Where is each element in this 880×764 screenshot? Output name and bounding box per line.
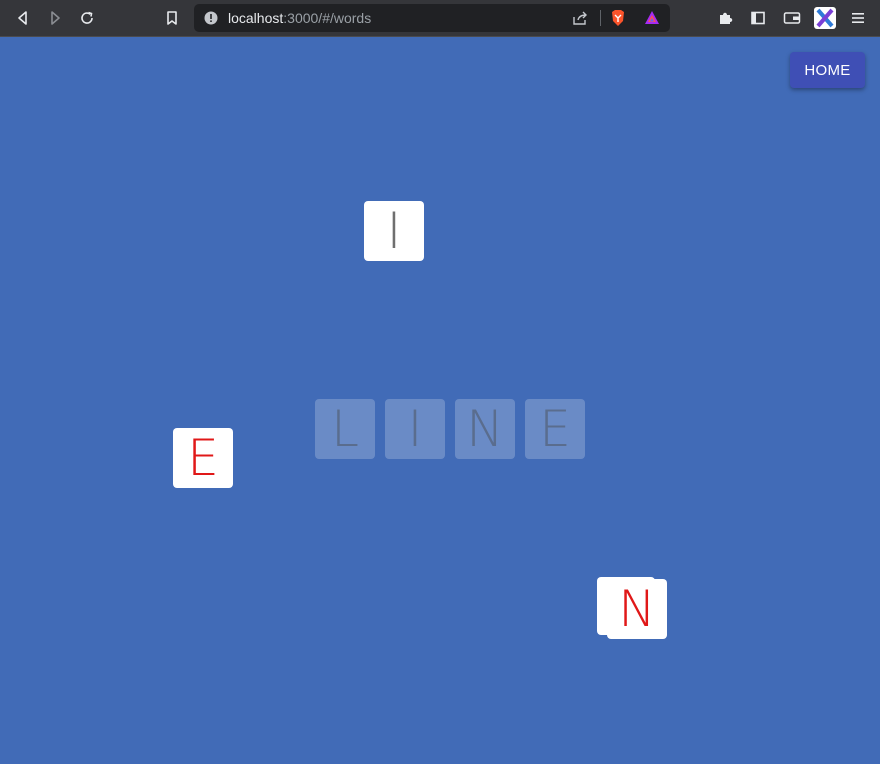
sidebar-icon <box>751 11 765 25</box>
bookmark-icon <box>167 11 177 25</box>
url-path: :3000/#/words <box>283 10 372 26</box>
letter-tile-e[interactable]: E <box>173 428 233 488</box>
browser-toolbar: localhost:3000/#/words <box>0 0 880 37</box>
letter-tile-n[interactable]: N <box>607 579 667 639</box>
puzzle-icon <box>720 12 733 24</box>
back-arrow-icon <box>18 11 27 25</box>
wallet-icon <box>783 12 801 24</box>
bookmark-button[interactable] <box>160 6 184 30</box>
hamburger-menu-icon <box>852 13 864 23</box>
reload-icon <box>81 11 93 24</box>
reload-button[interactable] <box>75 6 99 30</box>
sidebar-button[interactable] <box>746 6 770 30</box>
word-slot-3: N <box>455 399 515 459</box>
forward-arrow-icon <box>51 11 60 25</box>
url-text[interactable]: localhost:3000/#/words <box>228 10 371 26</box>
back-button[interactable] <box>11 6 35 30</box>
brave-rewards-icon[interactable] <box>644 10 660 26</box>
brave-shields-icon[interactable] <box>610 9 626 27</box>
word-slot-4: E <box>525 399 585 459</box>
share-icon[interactable] <box>572 11 588 25</box>
profile-extension-button[interactable] <box>813 6 837 30</box>
address-bar[interactable]: localhost:3000/#/words <box>194 4 670 32</box>
word-slot-2: I <box>385 399 445 459</box>
url-host: localhost <box>228 10 284 26</box>
x-extension-icon <box>814 7 836 29</box>
home-button[interactable]: HOME <box>790 52 865 88</box>
forward-button[interactable] <box>43 6 67 30</box>
word-slot-1: L <box>315 399 375 459</box>
url-divider <box>600 10 601 26</box>
letter-tile-i[interactable]: I <box>364 201 424 261</box>
extensions-button[interactable] <box>714 6 738 30</box>
word-game-page: HOME L I N E I E N <box>0 37 880 764</box>
menu-button[interactable] <box>846 6 870 30</box>
info-icon[interactable] <box>204 11 218 25</box>
wallet-button[interactable] <box>780 6 804 30</box>
